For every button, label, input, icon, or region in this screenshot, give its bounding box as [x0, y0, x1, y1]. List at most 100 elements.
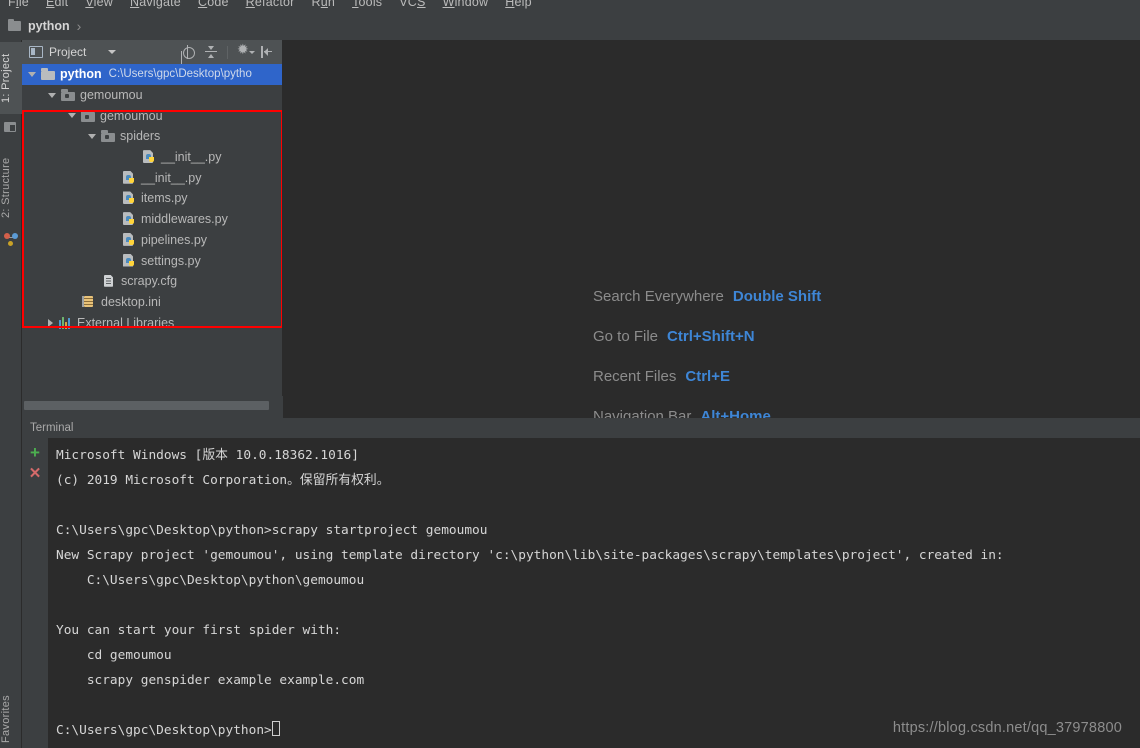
python-file-icon: [122, 233, 136, 247]
project-panel-header: Project: [22, 40, 282, 64]
scrollbar-thumb[interactable]: [24, 401, 269, 410]
tree-node-label: items.py: [141, 191, 188, 206]
menu-item-file[interactable]: File: [8, 0, 29, 9]
tree-node-label: External Libraries: [77, 315, 175, 330]
hint-shortcut: Double Shift: [732, 288, 822, 305]
tree-node-label: spiders: [120, 129, 161, 144]
hide-panel-icon[interactable]: [260, 45, 274, 59]
tree-node-settings-py[interactable]: settings.py: [22, 250, 282, 271]
shortcut-hints: Search Everywhere Double Shift Go to File C…: [593, 288, 821, 418]
project-tree-scrollbar[interactable]: [22, 396, 283, 418]
tool-window-button-project[interactable]: 1: Project: [0, 42, 22, 114]
tree-node-label: middlewares.py: [141, 212, 228, 227]
close-session-icon[interactable]: ✕: [29, 466, 42, 481]
chevron-down-icon[interactable]: [108, 50, 117, 54]
library-icon: [58, 316, 72, 330]
new-session-icon[interactable]: +: [30, 444, 40, 461]
toolbar-divider: [227, 45, 228, 59]
navigation-bar: python ›: [0, 12, 1140, 40]
ini-file-icon: [82, 295, 96, 309]
folder-icon: [81, 109, 95, 122]
menu-item-help[interactable]: Help: [505, 0, 532, 9]
chevron-down-icon[interactable]: [48, 92, 56, 98]
tree-node-gemoumou[interactable]: gemoumou: [22, 85, 282, 106]
tree-node-init-py[interactable]: __init__.py: [22, 167, 282, 188]
tree-node-label: settings.py: [141, 253, 201, 268]
tree-node-items-py[interactable]: items.py: [22, 188, 282, 209]
chevron-right-icon[interactable]: [48, 318, 53, 327]
project-panel-title: Project: [49, 45, 87, 59]
hint-go-to-file: Go to File Ctrl+Shift+N: [593, 328, 821, 345]
terminal-line: You can start your first spider with:: [56, 623, 342, 638]
terminal-line: cd gemoumou: [56, 648, 172, 663]
menu-item-window[interactable]: Window: [443, 0, 489, 9]
tree-node-external-libraries[interactable]: External Libraries: [22, 312, 282, 333]
project-icon: [4, 122, 16, 132]
terminal-tab-label[interactable]: Terminal: [30, 422, 73, 434]
tree-node-desktop-ini[interactable]: desktop.ini: [22, 292, 282, 313]
tool-window-button-favorites[interactable]: Favorites: [0, 688, 22, 748]
python-file-icon: [142, 150, 156, 164]
menu-item-edit[interactable]: Edit: [46, 0, 68, 9]
terminal-body[interactable]: + ✕ Microsoft Windows [版本 10.0.18362.101…: [22, 438, 1140, 748]
breadcrumb-project-name[interactable]: python: [28, 19, 70, 33]
menu-item-vcs[interactable]: VCS: [399, 0, 425, 9]
structure-icon: [4, 232, 19, 247]
terminal-line: C:\Users\gpc\Desktop\python\gemoumou: [56, 573, 365, 588]
terminal-gutter: + ✕: [22, 438, 48, 748]
terminal-line: New Scrapy project 'gemoumou', using tem…: [56, 548, 1004, 563]
menu-item-refactor[interactable]: Refactor: [246, 0, 295, 9]
chevron-down-icon[interactable]: [68, 113, 76, 119]
watermark: https://blog.csdn.net/qq_37978800: [892, 720, 1122, 736]
hint-shortcut: Alt+Home: [700, 408, 771, 418]
tool-window-button-structure[interactable]: 2: Structure: [0, 148, 22, 228]
tree-node-label: __init__.py: [141, 170, 202, 185]
python-file-icon: [122, 171, 136, 185]
folder-icon: [61, 89, 75, 102]
collapse-all-icon[interactable]: [204, 45, 218, 59]
tree-node-label: desktop.ini: [101, 294, 161, 309]
tree-node-label: __init__.py: [161, 150, 222, 165]
tree-node-label: pipelines.py: [141, 232, 208, 247]
left-tool-strip: 1: Project 2: Structure Favorites: [0, 40, 22, 748]
tree-node-gemoumou[interactable]: gemoumou: [22, 105, 282, 126]
terminal-prompt: C:\Users\gpc\Desktop\python>: [56, 723, 272, 738]
terminal-output[interactable]: Microsoft Windows [版本 10.0.18362.1016] (c…: [48, 438, 1140, 748]
menu-bar: File Edit View Navigate Code Refactor Run Tools…: [0, 0, 1140, 12]
menu-item-code[interactable]: Code: [198, 0, 229, 9]
tree-node-scrapy-cfg[interactable]: scrapy.cfg: [22, 271, 282, 292]
project-tool-window: Project python C:\Users\gpc\Desktop\pytho…: [22, 40, 283, 418]
chevron-down-icon[interactable]: [88, 133, 96, 139]
folder-icon: [41, 68, 55, 81]
config-file-icon: [102, 274, 116, 288]
hint-navigation-bar: Navigation Bar Alt+Home: [593, 408, 821, 418]
terminal-tool-window: Terminal + ✕ Microsoft Windows [版本 10.0.…: [22, 418, 1140, 748]
hint-label: Search Everywhere: [593, 288, 724, 305]
hint-search-everywhere: Search Everywhere Double Shift: [593, 288, 821, 305]
terminal-line: scrapy genspider example example.com: [56, 673, 365, 688]
tree-node-middlewares-py[interactable]: middlewares.py: [22, 209, 282, 230]
menu-item-navigate[interactable]: Navigate: [130, 0, 181, 9]
locate-icon[interactable]: [181, 45, 195, 59]
chevron-down-icon[interactable]: [28, 71, 36, 77]
tree-node-spiders[interactable]: spiders: [22, 126, 282, 147]
tree-node-init-py[interactable]: __init__.py: [22, 147, 282, 168]
hint-shortcut: Ctrl+Shift+N: [667, 328, 755, 345]
menu-item-run[interactable]: Run: [312, 0, 336, 9]
hint-label: Recent Files: [593, 368, 677, 385]
breadcrumb-separator: ›: [76, 18, 82, 34]
menu-item-tools[interactable]: Tools: [352, 0, 382, 9]
tree-node-pipelines-py[interactable]: pipelines.py: [22, 230, 282, 251]
settings-gear-icon[interactable]: [237, 42, 255, 59]
tree-node-label: gemoumou: [80, 88, 143, 103]
tree-node-label: python: [60, 67, 102, 82]
python-file-icon: [122, 254, 136, 268]
tree-node-python[interactable]: python C:\Users\gpc\Desktop\pytho: [22, 64, 282, 85]
folder-icon: [8, 18, 21, 32]
project-tree[interactable]: python C:\Users\gpc\Desktop\pytho gemoumou…: [22, 64, 282, 418]
menu-item-view[interactable]: View: [85, 0, 113, 9]
pycharm-window: File Edit View Navigate Code Refactor Run Tools…: [0, 0, 1140, 748]
